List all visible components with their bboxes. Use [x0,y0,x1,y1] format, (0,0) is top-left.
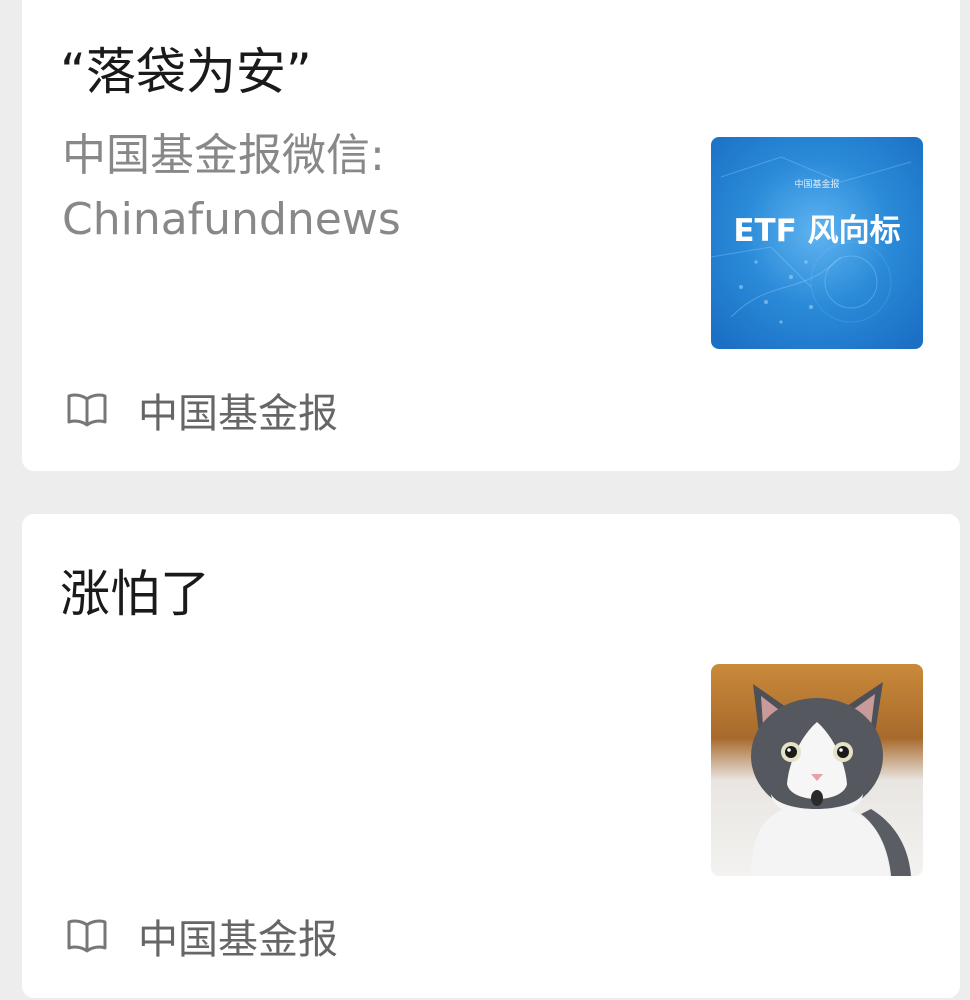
banner-logo-text: 中国基金报 [794,178,839,190]
source-name: 中国基金报 [138,391,338,437]
article-title[interactable]: 涨怕了 [60,562,210,626]
article-card[interactable]: 涨怕了 中国基金报 [22,514,960,998]
article-thumbnail[interactable] [711,664,923,876]
article-source[interactable]: 中国基金报 [64,386,338,437]
book-open-icon [64,913,110,959]
article-source[interactable]: 中国基金报 [64,912,338,963]
banner-title: ETF 风向标 [733,213,900,249]
etf-banner-image: 中国基金报 ETF 风向标 [711,137,923,349]
source-name: 中国基金报 [138,917,338,963]
book-open-icon [64,387,110,433]
article-summary: 中国基金报微信: Chinafundnews [62,124,401,252]
article-card[interactable]: “落袋为安” 中国基金报微信: Chinafundnews 中国基金报 ETF … [22,0,960,471]
article-thumbnail[interactable]: 中国基金报 ETF 风向标 [711,137,923,349]
summary-line: Chinafundnews [62,194,401,245]
article-title[interactable]: “落袋为安” [60,40,312,104]
article-feed: “落袋为安” 中国基金报微信: Chinafundnews 中国基金报 ETF … [0,0,970,1000]
surprised-cat-image [711,664,923,876]
summary-line: 中国基金报微信: [62,130,385,181]
